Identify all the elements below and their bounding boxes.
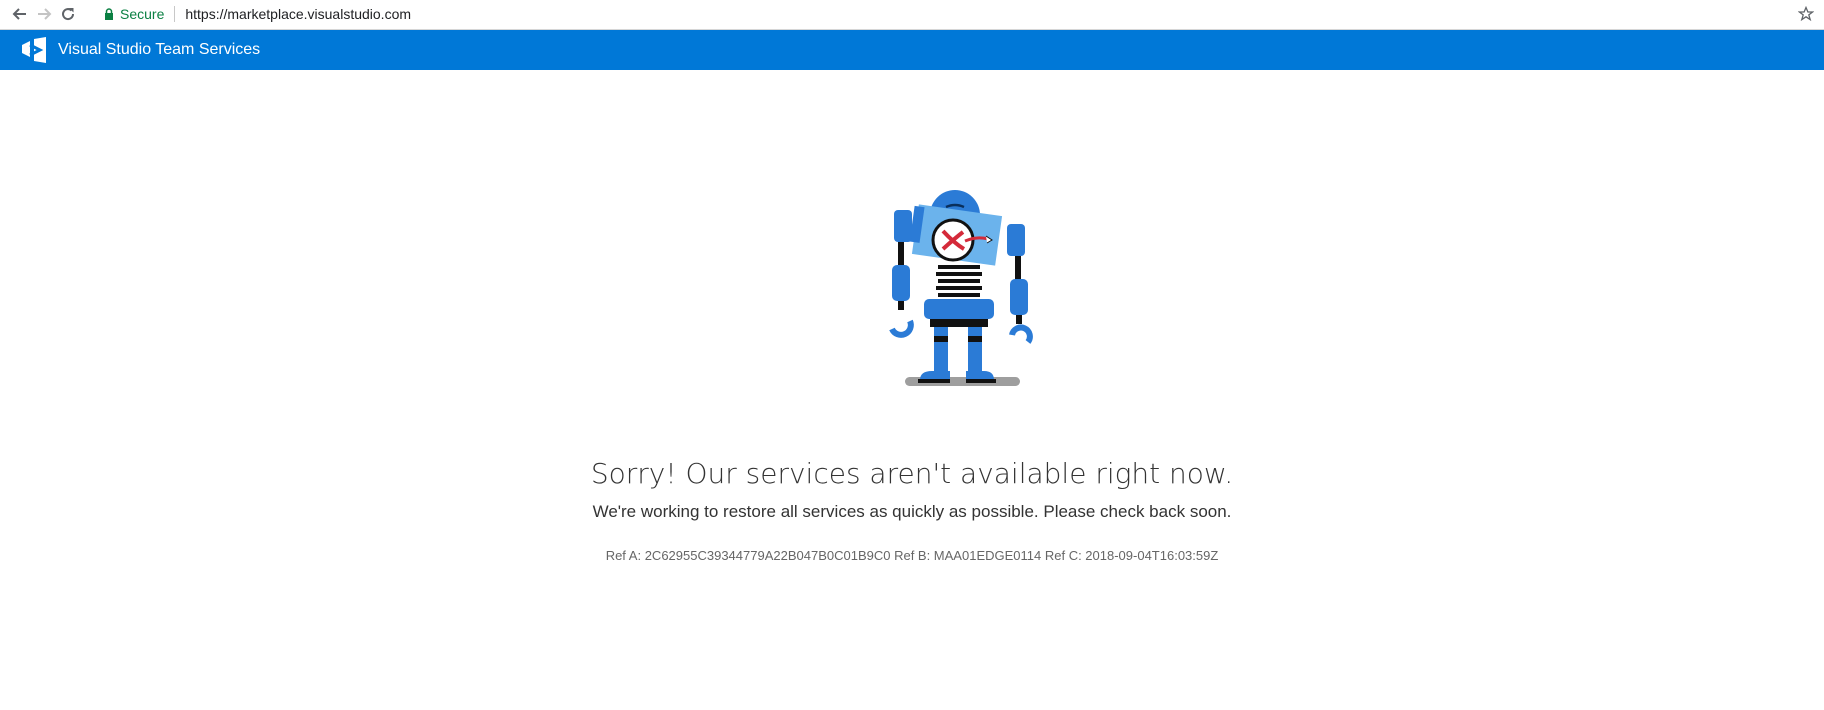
broken-robot-illustration [889, 190, 1033, 386]
reload-button[interactable] [56, 3, 80, 25]
error-subtitle: We're working to restore all services as… [592, 502, 1232, 521]
forward-button[interactable] [32, 3, 56, 25]
forward-arrow-icon [38, 8, 52, 20]
bookmark-button[interactable] [1794, 3, 1818, 25]
error-title: Sorry! Our services aren't available rig… [590, 457, 1234, 490]
star-icon [1798, 6, 1814, 22]
reload-icon [62, 8, 75, 21]
secure-label: Secure [120, 6, 165, 22]
app-title[interactable]: Visual Studio Team Services [58, 41, 260, 59]
address-bar[interactable]: Secure https://marketplace.visualstudio.… [98, 2, 1788, 26]
back-arrow-icon [12, 8, 26, 20]
error-reference: Ref A: 2C62955C39344779A22B047B0C01B9C0 … [605, 548, 1219, 563]
url-text[interactable]: https://marketplace.visualstudio.com [185, 6, 411, 22]
lock-icon [104, 8, 114, 20]
browser-toolbar: Secure https://marketplace.visualstudio.… [0, 0, 1824, 30]
omnibox-divider [174, 6, 176, 22]
back-button[interactable] [8, 3, 32, 25]
app-header: Visual Studio Team Services [0, 30, 1824, 70]
visual-studio-logo[interactable] [20, 37, 48, 63]
